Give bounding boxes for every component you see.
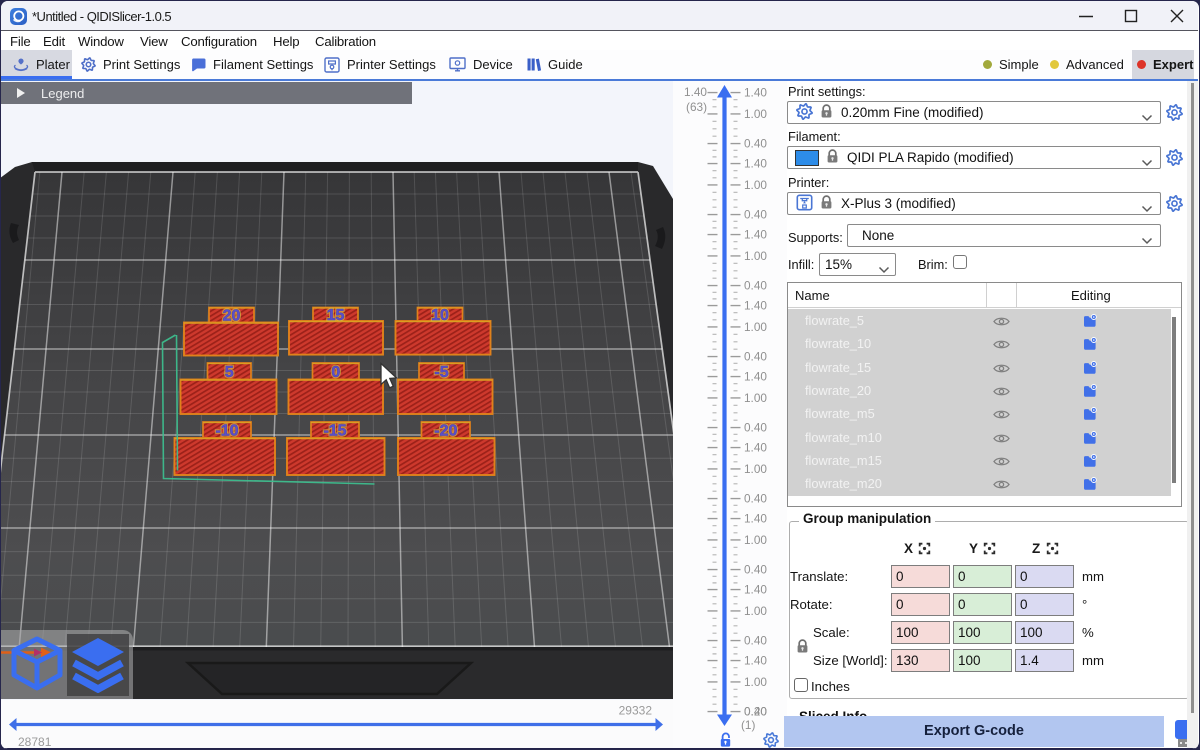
svg-text:-10: -10 xyxy=(215,423,238,440)
svg-text:0.40: 0.40 xyxy=(744,137,767,151)
svg-text:1.40: 1.40 xyxy=(744,228,767,242)
svg-text:1.40: 1.40 xyxy=(744,86,767,100)
svg-text:1.40: 1.40 xyxy=(744,654,767,668)
svg-text:0.40: 0.40 xyxy=(744,492,767,506)
svg-text:1.00: 1.00 xyxy=(744,604,767,618)
svg-text:1.40: 1.40 xyxy=(744,512,767,526)
svg-text:-5: -5 xyxy=(434,364,448,381)
svg-text:0.40: 0.40 xyxy=(744,563,767,577)
svg-text:1.40: 1.40 xyxy=(744,441,767,455)
svg-text:20: 20 xyxy=(223,308,241,325)
svg-text:-20: -20 xyxy=(434,423,457,440)
svg-text:29332: 29332 xyxy=(619,704,653,718)
svg-text:1.40: 1.40 xyxy=(744,370,767,384)
svg-text:1.00: 1.00 xyxy=(744,675,767,689)
svg-text:-15: -15 xyxy=(323,423,346,440)
svg-text:1.40: 1.40 xyxy=(744,299,767,313)
svg-text:1.00: 1.00 xyxy=(744,320,767,334)
svg-text:1.40: 1.40 xyxy=(744,157,767,171)
svg-text:0.40: 0.40 xyxy=(744,208,767,222)
svg-text:5: 5 xyxy=(225,364,234,381)
svg-text:0.40: 0.40 xyxy=(744,279,767,293)
svg-text:1.40: 1.40 xyxy=(744,583,767,597)
svg-text:0.40: 0.40 xyxy=(744,350,767,364)
svg-text:(63): (63) xyxy=(686,100,707,114)
svg-text:1.00: 1.00 xyxy=(744,391,767,405)
svg-text:1.00: 1.00 xyxy=(744,249,767,263)
svg-text:0.40: 0.40 xyxy=(744,634,767,648)
svg-text:1.40: 1.40 xyxy=(684,85,707,99)
svg-text:(1): (1) xyxy=(741,718,755,732)
svg-text:10: 10 xyxy=(431,307,449,324)
svg-text:0: 0 xyxy=(331,364,340,381)
svg-text:0.20: 0.20 xyxy=(744,705,767,719)
svg-text:1.00: 1.00 xyxy=(744,107,767,121)
svg-text:1.00: 1.00 xyxy=(744,533,767,547)
svg-text:0.40: 0.40 xyxy=(744,421,767,435)
svg-text:1.00: 1.00 xyxy=(744,178,767,192)
svg-text:15: 15 xyxy=(327,307,345,324)
svg-text:1.00: 1.00 xyxy=(744,462,767,476)
